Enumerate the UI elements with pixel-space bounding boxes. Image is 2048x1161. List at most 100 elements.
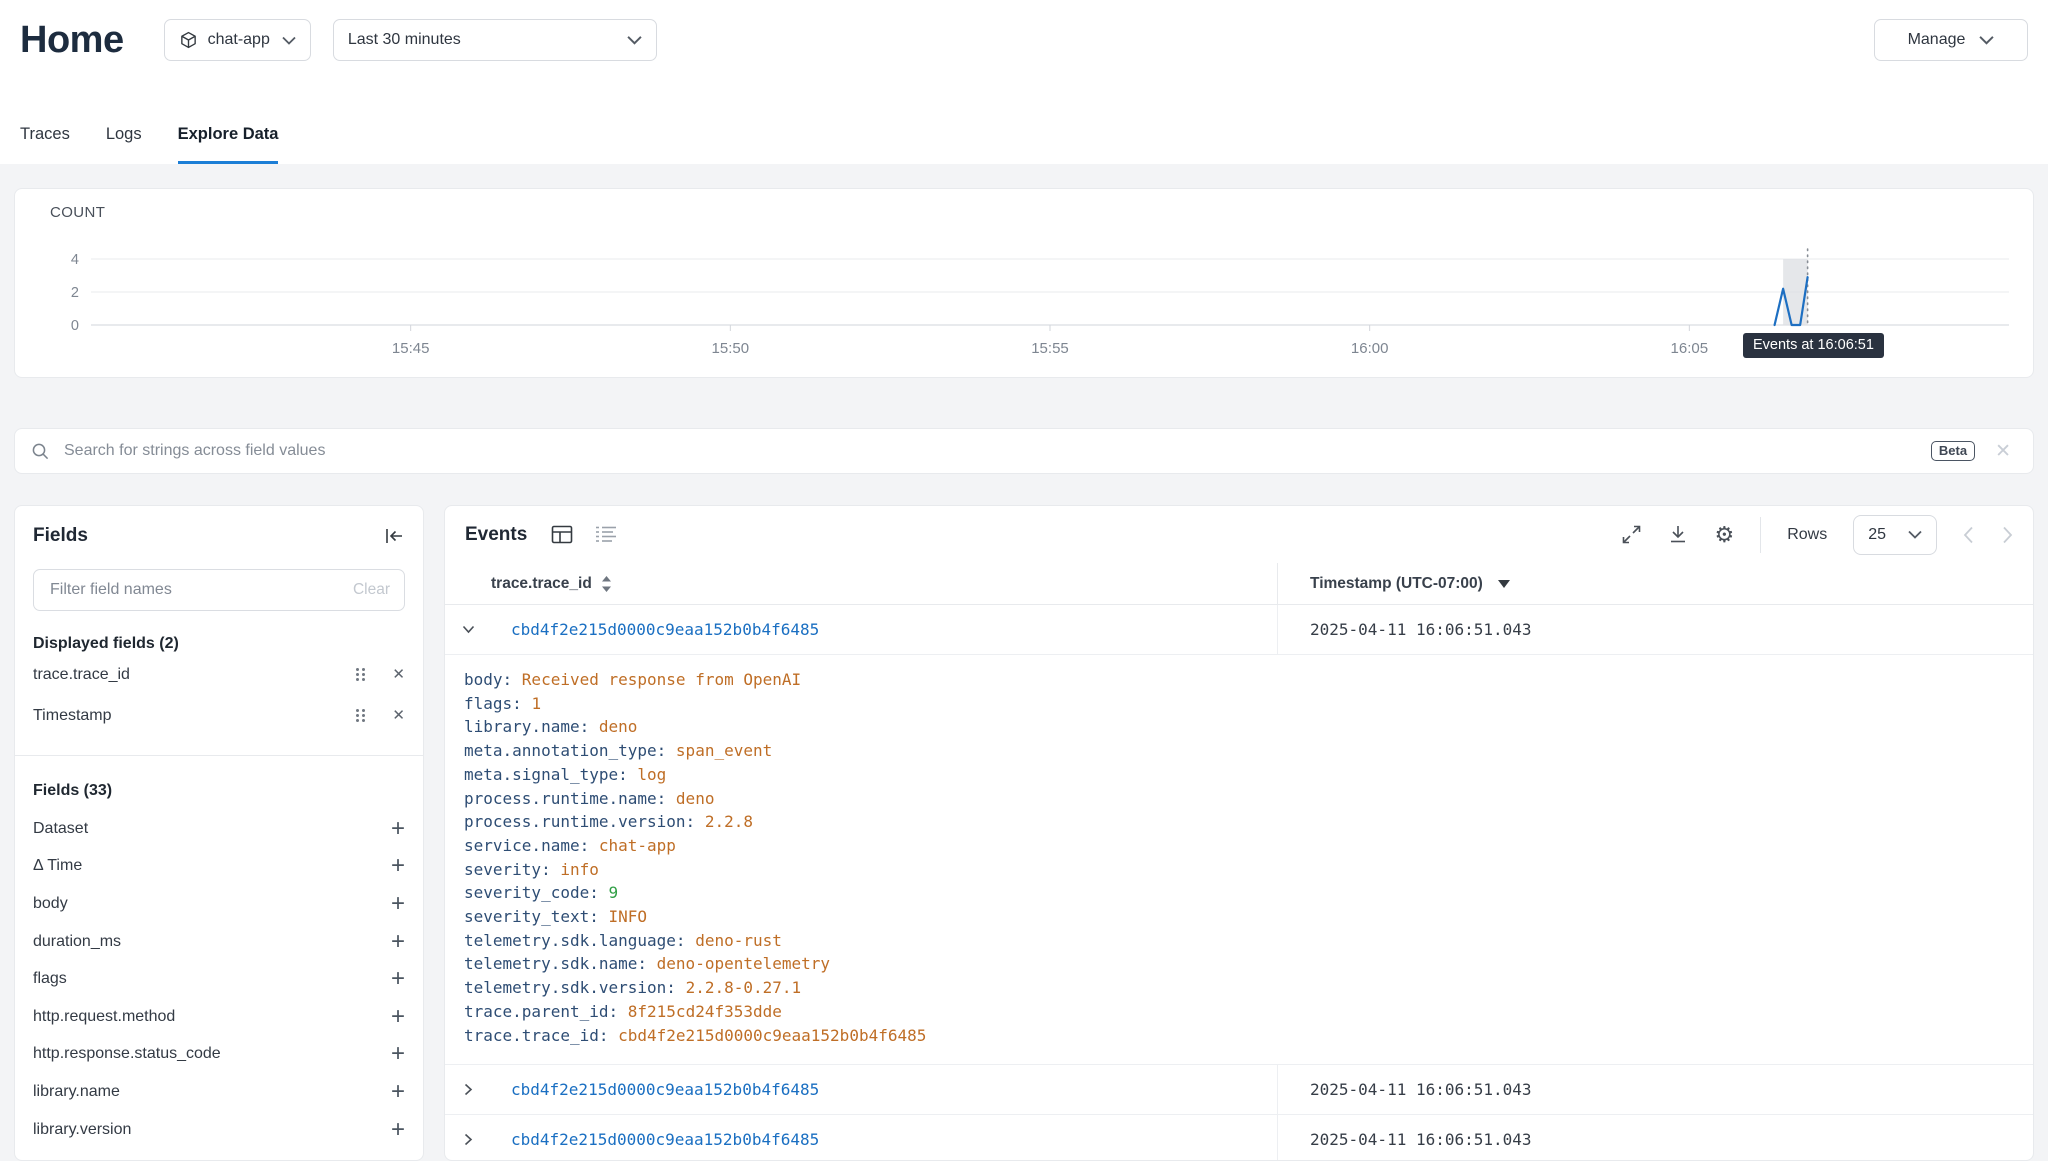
- detail-attribute-row[interactable]: library.name: deno: [464, 715, 2013, 739]
- prev-page-icon[interactable]: [1963, 526, 1974, 544]
- chevron-down-icon: [1979, 35, 1994, 45]
- chart-title: COUNT: [50, 204, 105, 221]
- event-detail-block: body: Received response from OpenAIflags…: [445, 655, 2033, 1065]
- collapse-row-icon[interactable]: [445, 625, 491, 634]
- detail-attribute-row[interactable]: flags: 1: [464, 692, 2013, 716]
- list-view-icon[interactable]: [595, 525, 617, 544]
- fields-panel-title: Fields: [33, 525, 88, 547]
- add-field-icon[interactable]: +: [391, 1118, 405, 1142]
- detail-attribute-row[interactable]: body: Received response from OpenAI: [464, 668, 2013, 692]
- add-field-icon[interactable]: +: [391, 1005, 405, 1029]
- remove-field-icon[interactable]: ✕: [392, 708, 405, 723]
- displayed-field-row: Timestamp ✕: [33, 696, 405, 735]
- field-row-library-name[interactable]: library.name+: [33, 1073, 405, 1111]
- trace-id-link[interactable]: cbd4f2e215d0000c9eaa152b0b4f6485: [491, 1130, 1277, 1149]
- detail-attribute-row[interactable]: meta.annotation_type: span_event: [464, 739, 2013, 763]
- drag-handle-icon[interactable]: [356, 668, 365, 682]
- column-header-timestamp[interactable]: Timestamp (UTC-07:00): [1277, 563, 2033, 604]
- beta-badge: Beta: [1931, 441, 1975, 461]
- filter-clear-button[interactable]: Clear: [353, 581, 390, 599]
- field-label: flags: [33, 970, 67, 988]
- field-row-http-request-method[interactable]: http.request.method +: [33, 998, 405, 1036]
- detail-attribute-row[interactable]: meta.signal_type: log: [464, 763, 2013, 787]
- detail-attribute-row[interactable]: trace.trace_id: cbd4f2e215d0000c9eaa152b…: [464, 1024, 2013, 1048]
- displayed-field-label: Timestamp: [33, 707, 356, 725]
- trace-id-link[interactable]: cbd4f2e215d0000c9eaa152b0b4f6485: [491, 620, 1277, 639]
- sort-desc-icon: [1498, 580, 1510, 588]
- divider: [15, 755, 423, 756]
- search-icon: [31, 442, 50, 461]
- field-row--time[interactable]: Δ Time+: [33, 848, 405, 886]
- svg-text:2: 2: [71, 285, 79, 301]
- detail-attribute-row[interactable]: severity: info: [464, 858, 2013, 882]
- detail-attribute-row[interactable]: telemetry.sdk.name: deno-opentelemetry: [464, 952, 2013, 976]
- add-field-icon[interactable]: +: [391, 854, 405, 878]
- column-header-trace-id[interactable]: trace.trace_id: [491, 575, 1277, 593]
- detail-attribute-row[interactable]: telemetry.sdk.language: deno-rust: [464, 929, 2013, 953]
- chevron-down-icon: [282, 36, 296, 45]
- detail-attribute-row[interactable]: service.name: chat-app: [464, 834, 2013, 858]
- field-row-http-response-status-code[interactable]: http.response.status_code+: [33, 1036, 405, 1074]
- detail-attribute-row[interactable]: trace.parent_id: 8f215cd24f353dde: [464, 1000, 2013, 1024]
- package-icon: [179, 31, 198, 50]
- add-field-icon[interactable]: +: [391, 1080, 405, 1104]
- field-label: body: [33, 895, 68, 913]
- expand-icon[interactable]: [1621, 524, 1642, 545]
- event-row: cbd4f2e215d0000c9eaa152b0b4f64852025-04-…: [445, 1115, 2033, 1161]
- drag-handle-icon[interactable]: [356, 709, 365, 723]
- search-bar: Beta ✕: [14, 428, 2034, 474]
- svg-text:15:55: 15:55: [1031, 340, 1069, 357]
- detail-attribute-row[interactable]: severity_text: INFO: [464, 905, 2013, 929]
- detail-attribute-row[interactable]: telemetry.sdk.version: 2.2.8-0.27.1: [464, 976, 2013, 1000]
- add-field-icon[interactable]: +: [391, 930, 405, 954]
- displayed-field-label: trace.trace_id: [33, 666, 356, 684]
- svg-text:15:50: 15:50: [712, 340, 750, 357]
- detail-attribute-row[interactable]: process.runtime.version: 2.2.8: [464, 810, 2013, 834]
- field-label: library.version: [33, 1121, 131, 1139]
- add-field-icon[interactable]: +: [391, 967, 405, 991]
- page-title: Home: [20, 18, 124, 62]
- add-field-icon[interactable]: +: [391, 892, 405, 916]
- field-row-duration-ms[interactable]: duration_ms+: [33, 923, 405, 961]
- tab-logs[interactable]: Logs: [106, 125, 142, 164]
- divider: [1760, 517, 1761, 553]
- gear-icon[interactable]: ⚙: [1714, 524, 1734, 546]
- dataset-selector-label: chat-app: [208, 31, 270, 49]
- events-histogram[interactable]: 02415:4515:5015:5516:0016:05: [15, 225, 2031, 375]
- events-panel-title: Events: [465, 524, 527, 546]
- download-icon[interactable]: [1668, 524, 1688, 545]
- timestamp-value: 2025-04-11 16:06:51.043: [1277, 605, 2033, 654]
- tab-traces[interactable]: Traces: [20, 125, 70, 164]
- time-range-selector[interactable]: Last 30 minutes: [333, 19, 657, 61]
- trace-id-link[interactable]: cbd4f2e215d0000c9eaa152b0b4f6485: [491, 1080, 1277, 1099]
- rows-per-page-select[interactable]: 25: [1853, 515, 1937, 555]
- table-view-icon[interactable]: [551, 525, 573, 544]
- field-row-library-version[interactable]: library.version +: [33, 1111, 405, 1149]
- detail-attribute-row[interactable]: process.runtime.name: deno: [464, 787, 2013, 811]
- dataset-selector[interactable]: chat-app: [164, 19, 311, 61]
- svg-text:16:05: 16:05: [1671, 340, 1709, 357]
- manage-button[interactable]: Manage: [1874, 19, 2028, 61]
- search-input[interactable]: [62, 441, 1931, 461]
- tab-explore-data[interactable]: Explore Data: [178, 125, 279, 164]
- add-field-icon[interactable]: +: [391, 1042, 405, 1066]
- chevron-down-icon: [627, 35, 642, 45]
- remove-field-icon[interactable]: ✕: [392, 667, 405, 682]
- search-close-icon[interactable]: ✕: [1995, 442, 2011, 461]
- fields-panel: Fields Clear Displayed fields (2) trace.…: [14, 505, 424, 1161]
- collapse-panel-icon[interactable]: [383, 526, 405, 546]
- next-page-icon[interactable]: [2002, 526, 2013, 544]
- expand-row-icon[interactable]: [445, 1133, 491, 1146]
- chart-selection-tooltip: Events at 16:06:51: [1743, 333, 1884, 358]
- field-filter-input[interactable]: [48, 580, 353, 600]
- add-field-icon[interactable]: +: [391, 817, 405, 841]
- event-row: cbd4f2e215d0000c9eaa152b0b4f64852025-04-…: [445, 1065, 2033, 1115]
- svg-text:16:00: 16:00: [1351, 340, 1389, 357]
- field-row-flags[interactable]: flags +: [33, 960, 405, 998]
- field-row-dataset[interactable]: Dataset+: [33, 810, 405, 848]
- field-row-body[interactable]: body +: [33, 885, 405, 923]
- field-label: http.request.method: [33, 1008, 175, 1026]
- expand-row-icon[interactable]: [445, 1083, 491, 1096]
- svg-text:4: 4: [71, 252, 79, 268]
- detail-attribute-row[interactable]: severity_code: 9: [464, 881, 2013, 905]
